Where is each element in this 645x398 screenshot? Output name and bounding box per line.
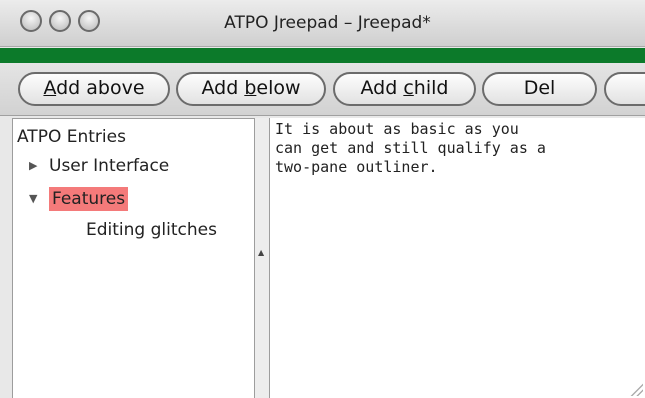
title-bar: ATPO Jreepad – Jreepad* xyxy=(0,0,645,47)
add-child-button[interactable]: Add child xyxy=(333,72,476,106)
toolbar-button-partial[interactable] xyxy=(604,72,645,106)
resize-grip-icon[interactable] xyxy=(629,382,643,396)
add-above-label: Add above xyxy=(43,77,145,99)
editor-line: two-pane outliner. xyxy=(275,158,438,176)
add-below-label: Add below xyxy=(201,77,301,99)
editor-line: can get and still qualify as a xyxy=(275,139,546,157)
toolbar: Add above Add below Add child Del xyxy=(0,63,645,116)
tree-root[interactable]: ATPO Entries xyxy=(17,127,126,147)
editor-line: It is about as basic as you xyxy=(275,120,519,138)
accent-bar xyxy=(0,48,645,63)
delete-button[interactable]: Del xyxy=(482,72,597,106)
app-window: ATPO Jreepad – Jreepad* Add above Add be… xyxy=(0,0,645,398)
expanded-triangle-icon[interactable]: ▼ xyxy=(29,192,37,205)
window-title: ATPO Jreepad – Jreepad* xyxy=(224,13,431,33)
tree-item-editing-glitches[interactable]: Editing glitches xyxy=(86,220,217,240)
text-editor[interactable]: It is about as basic as you can get and … xyxy=(269,118,645,398)
delete-label: Del xyxy=(523,77,556,99)
add-below-button[interactable]: Add below xyxy=(176,72,326,106)
tree-item-features[interactable]: Features xyxy=(49,187,129,211)
tree-item-user-interface[interactable]: User Interface xyxy=(49,156,169,176)
collapsed-triangle-icon[interactable]: ▶ xyxy=(29,159,37,172)
add-above-button[interactable]: Add above xyxy=(18,72,170,106)
add-child-label: Add child xyxy=(360,77,449,99)
divider-arrow-icon[interactable]: ▲ xyxy=(258,248,264,257)
outline-tree[interactable]: ATPO Entries ▶ User Interface ▼ Features… xyxy=(12,118,255,398)
split-divider[interactable]: ▲ xyxy=(255,118,269,398)
